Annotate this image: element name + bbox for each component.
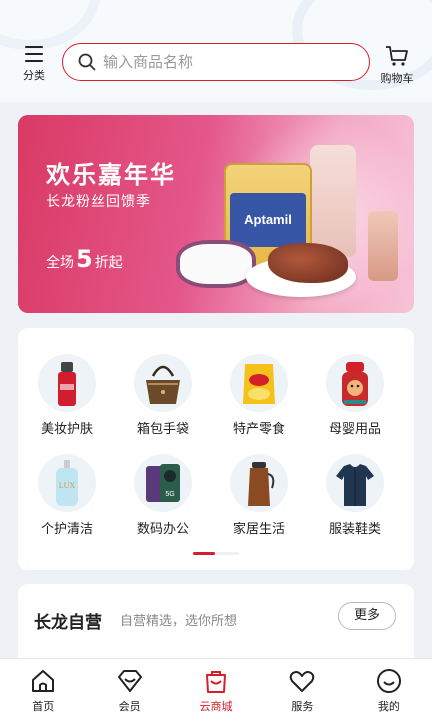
cart-label: 购物车 — [380, 72, 414, 85]
handbag-icon — [134, 354, 192, 412]
section-title: 长龙自营 — [34, 613, 102, 633]
lotion-bottle-image — [310, 145, 356, 257]
category-label: 数码办公 — [136, 522, 189, 537]
category-label: 分类 — [23, 69, 45, 82]
shirt-icon — [326, 454, 384, 512]
tab-label: 云商城 — [199, 700, 233, 713]
category-label: 美妆护肤 — [40, 422, 93, 437]
snack-bag-icon — [230, 354, 288, 412]
category-item-personal-care[interactable]: LUX 个护清洁 — [22, 454, 112, 544]
category-item-baby[interactable]: 母婴用品 — [310, 354, 400, 444]
tab-service[interactable]: 服务 — [259, 659, 345, 720]
search-icon — [78, 53, 96, 71]
category-item-snacks[interactable]: 特产零食 — [214, 354, 304, 444]
scroll-indicator-fill — [193, 552, 215, 555]
tab-home[interactable]: 首页 — [0, 659, 86, 720]
promo-suffix: 折起 — [94, 255, 123, 271]
menu-icon — [25, 46, 43, 62]
promo-banner[interactable]: 欢乐嘉年华 长龙粉丝回馈季 全场 5 折起 Aptamil — [18, 115, 414, 313]
baby-bottle-icon — [326, 354, 384, 412]
body-wash-icon: LUX — [38, 454, 96, 512]
category-button[interactable]: 分类 — [16, 42, 52, 86]
category-label: 箱包手袋 — [136, 422, 189, 437]
section-subtitle: 自营精选，选你所想 — [120, 614, 238, 629]
serum-bottle-image — [368, 211, 398, 281]
promo-prefix: 全场 — [46, 255, 74, 271]
category-item-home[interactable]: 家居生活 — [214, 454, 304, 544]
promo-number: 5 — [76, 245, 93, 273]
more-button[interactable]: 更多 — [338, 602, 396, 630]
milk-powder-brand: Aptamil — [230, 193, 306, 247]
tab-member[interactable]: 会员 — [86, 659, 172, 720]
tab-mall[interactable]: 云商城 — [173, 659, 259, 720]
category-item-digital[interactable]: 5G 数码办公 — [118, 454, 208, 544]
category-label: 母婴用品 — [328, 422, 381, 437]
profile-smile-icon — [376, 669, 401, 693]
search-bar[interactable] — [62, 43, 370, 81]
massager-device-image — [176, 240, 256, 288]
category-label: 特产零食 — [232, 422, 285, 437]
category-scroll-indicator — [193, 552, 239, 555]
tab-label: 首页 — [32, 700, 55, 713]
search-input[interactable] — [103, 53, 323, 71]
header: 分类 购物车 — [0, 0, 432, 102]
tab-profile[interactable]: 我的 — [346, 659, 432, 720]
category-item-skincare[interactable]: 美妆护肤 — [22, 354, 112, 444]
smartphone-icon: 5G — [134, 454, 192, 512]
cart-icon — [386, 46, 408, 66]
tab-label: 会员 — [118, 700, 141, 713]
category-grid: 美妆护肤 箱包手袋 特产零食 母婴用品 LUX 个护清洁 5G 数码办公 家居生… — [18, 328, 414, 570]
shopping-bag-icon — [206, 671, 227, 693]
thermos-icon — [230, 454, 288, 512]
tab-label: 我的 — [377, 700, 400, 713]
tab-label: 服务 — [291, 700, 314, 713]
category-label: 服装鞋类 — [328, 522, 381, 537]
bottom-tab-bar: 首页 会员 云商城 服务 我的 — [0, 658, 432, 720]
category-item-apparel[interactable]: 服装鞋类 — [310, 454, 400, 544]
heart-icon — [290, 671, 315, 692]
category-item-bags[interactable]: 箱包手袋 — [118, 354, 208, 444]
banner-title: 欢乐嘉年华 — [46, 161, 176, 189]
svg-text:LUX: LUX — [59, 481, 76, 490]
svg-text:5G: 5G — [165, 491, 174, 498]
member-diamond-icon — [117, 670, 142, 692]
banner-subtitle: 长龙粉丝回馈季 — [46, 194, 151, 210]
cart-button[interactable]: 购物车 — [376, 42, 418, 86]
home-icon — [32, 670, 55, 692]
category-label: 个护清洁 — [40, 522, 93, 537]
steak-image — [268, 243, 348, 283]
banner-promo: 全场 5 折起 — [46, 245, 123, 273]
skincare-bottle-icon — [38, 354, 96, 412]
category-label: 家居生活 — [232, 522, 285, 537]
